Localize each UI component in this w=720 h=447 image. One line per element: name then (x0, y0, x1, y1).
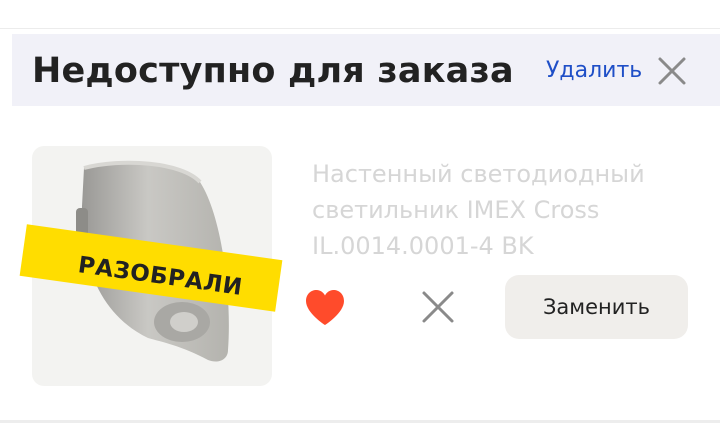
bottom-divider (0, 420, 720, 423)
close-icon[interactable] (656, 55, 688, 87)
top-divider (0, 28, 720, 29)
product-name[interactable]: Настенный светодиодный светильник IMEX C… (312, 156, 692, 264)
close-icon[interactable] (420, 289, 456, 325)
heart-icon[interactable] (304, 289, 346, 327)
delete-link[interactable]: Удалить (546, 58, 642, 83)
section-title: Недоступно для заказа (32, 51, 514, 91)
replace-button[interactable]: Заменить (505, 275, 688, 339)
